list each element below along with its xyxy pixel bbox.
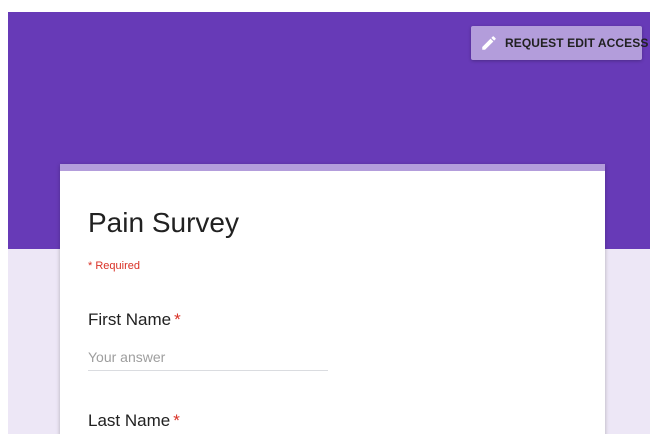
top-edge (0, 0, 650, 12)
form-title: Pain Survey (88, 207, 239, 238)
left-edge (0, 12, 8, 434)
request-edit-access-label: REQUEST EDIT ACCESS (505, 36, 649, 50)
form-card: Pain Survey * Required First Name * Your … (60, 164, 605, 434)
form-page: REQUEST EDIT ACCESS Pain Survey * Requir… (0, 0, 650, 434)
request-edit-access-button[interactable]: REQUEST EDIT ACCESS (471, 26, 648, 60)
required-note: * Required (88, 260, 140, 272)
question-last-name: Last Name * (88, 411, 180, 431)
question-first-name: First Name * (88, 310, 181, 330)
required-asterisk: * (173, 411, 180, 430)
input-placeholder: Your answer (88, 349, 166, 365)
first-name-input[interactable]: Your answer (88, 346, 328, 371)
required-asterisk: * (174, 310, 181, 329)
question-label: First Name (88, 310, 172, 329)
pencil-icon (480, 34, 498, 52)
question-label: Last Name (88, 411, 171, 430)
